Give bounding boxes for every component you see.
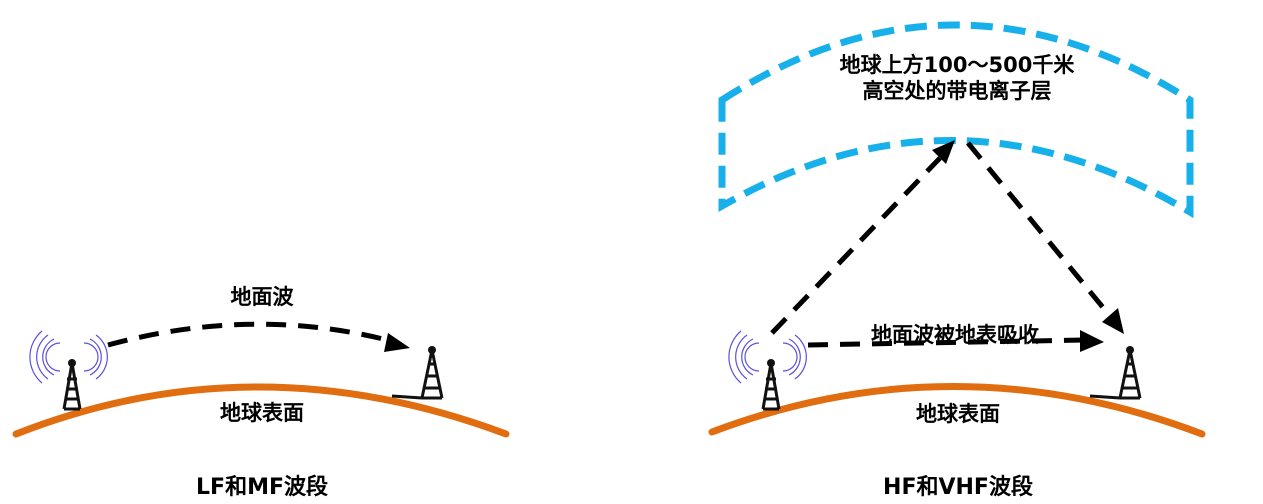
ground-wave-absorbed-arrowhead [1080, 330, 1104, 352]
ground-wave-arrowhead [384, 333, 410, 352]
band-label: HF和VHF波段 [883, 475, 1033, 500]
receiver-tower-icon [1089, 346, 1142, 400]
earth-surface-label: 地球表面 [916, 402, 1000, 426]
band-label: LF和MF波段 [196, 475, 328, 500]
sky-wave-down-arrowhead [1102, 308, 1124, 334]
transmitter-tower-icon [29, 330, 108, 411]
ground-wave-arrow [107, 321, 396, 348]
ground-wave-label: 地面波 [230, 285, 294, 309]
ionosphere-label: 地球上方100～500千米 高空处的带电离子层 [840, 52, 1075, 105]
earth-surface-label: 地球表面 [220, 401, 304, 425]
sky-wave-down-arrow [966, 141, 1112, 318]
receiver-tower-icon [391, 346, 444, 400]
ground-wave-absorbed-label: 地面波被地表吸收 [871, 323, 1039, 347]
ionosphere-label-line1: 地球上方100～500千米 [839, 53, 1075, 77]
transmitter-tower-icon [728, 330, 807, 411]
sky-wave-up-arrow [770, 156, 942, 335]
ionosphere-label-line2: 高空处的带电离子层 [862, 79, 1052, 104]
